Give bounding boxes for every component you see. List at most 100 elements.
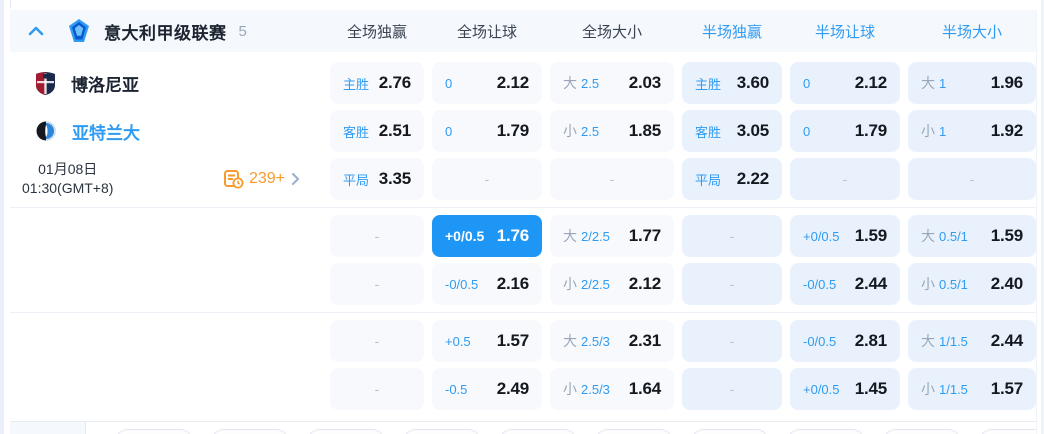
empty-odds-dash: - [842,171,848,187]
odds-cell[interactable]: 0 2.12 [790,62,900,104]
outcome-label: 客胜 [343,124,370,140]
odds-label: 主胜 [695,74,721,93]
ou-direction-label: 小 [921,276,935,292]
filter-pill[interactable] [211,429,289,434]
odds-cell[interactable]: 大 2.5/3 2.31 [550,320,674,362]
handicap-line-value: 0 [803,123,811,139]
odds-value: 1.77 [628,226,661,245]
filter-pill[interactable] [115,429,193,434]
odds-cell[interactable]: 小 1/1.5 1.57 [908,368,1036,410]
odds-grid: 博洛尼亚 主胜 2.76 0 2.12 大 2.5 2.03 主胜 3.60 0 2.12 大 1 1.96… [10,52,1036,410]
odds-cell-selected[interactable]: +0/0.5 1.76 [432,215,542,257]
odds-label: 主胜 [343,74,369,93]
odds-row: - +0/0.5 1.76 大 2/2.5 1.77- +0/0.5 1.59 大 0.5/1 1.… [10,215,1036,257]
odds-cell[interactable]: -0/0.5 2.44 [790,263,900,305]
odds-cell[interactable]: 0 1.79 [790,110,900,152]
filter-pill[interactable] [499,429,577,434]
odds-cell[interactable]: +0/0.5 1.59 [790,215,900,257]
team-away[interactable]: 亚特兰大 [10,119,140,144]
filter-pill[interactable] [307,429,385,434]
odds-label: 0 [445,76,452,91]
odds-cell[interactable]: 小 0.5/1 2.40 [908,263,1036,305]
odds-label: -0/0.5 [445,277,478,292]
odds-cell-empty: - [682,215,782,257]
odds-value: 2.40 [990,274,1023,293]
ou-line-value: 2/2.5 [581,276,610,292]
serie-a-logo [68,19,90,43]
odds-label: 0 [803,76,810,91]
odds-cell[interactable]: 客胜 3.05 [682,110,782,152]
odds-row: 01月08日 01:30(GMT+8) 239+ 平局 3.35 - - 平局 2.22 - - [10,158,1036,200]
column-header-5: 半场大小 [941,23,1002,41]
odds-cell[interactable]: 平局 2.22 [682,158,782,200]
odds-cell[interactable]: 大 1/1.5 2.44 [908,320,1036,362]
filter-pill[interactable] [787,429,865,434]
outcome-label: 平局 [343,172,370,188]
odds-cell[interactable]: 0 2.12 [432,62,542,104]
odds-cell[interactable]: 大 0.5/1 1.59 [908,215,1036,257]
odds-value: 1.57 [496,331,529,350]
odds-cell[interactable]: 小 2.5 1.85 [550,110,674,152]
odds-cell[interactable]: 主胜 3.60 [682,62,782,104]
odds-row: 博洛尼亚 主胜 2.76 0 2.12 大 2.5 2.03 主胜 3.60 0 2.12 大 1 1.96 [10,62,1036,104]
odds-cell[interactable]: 小 2/2.5 2.12 [550,263,674,305]
odds-cell[interactable]: -0/0.5 2.16 [432,263,542,305]
league-header[interactable]: 意大利甲级联赛 5 [10,10,322,52]
odds-value: 2.03 [628,73,661,92]
filter-pill[interactable] [691,429,769,434]
atalanta-crest-icon [36,121,56,141]
handicap-line-value: -0/0.5 [445,276,479,292]
odds-cell[interactable]: 大 1 1.96 [908,62,1036,104]
ou-line-value: 2.5 [581,75,600,91]
odds-cell[interactable]: +0.5 1.57 [432,320,542,362]
match-left-cell [10,368,322,410]
odds-value: 3.60 [736,73,769,92]
ou-direction-label: 小 [563,381,577,397]
odds-label: 小 1/1.5 [921,379,968,399]
odds-cell[interactable]: 小 1 1.92 [908,110,1036,152]
match-left-cell: 01月08日 01:30(GMT+8) 239+ [10,158,322,200]
ou-line-value: 0.5/1 [939,228,968,244]
odds-value: 2.12 [854,73,887,92]
team-home[interactable]: 博洛尼亚 [10,71,139,96]
odds-value: 1.59 [854,226,887,245]
filter-pill[interactable] [595,429,673,434]
markets-count-icon [223,169,244,189]
chevron-up-icon[interactable] [28,26,44,36]
ou-line-value: 1/1.5 [939,333,968,349]
more-markets-link[interactable]: 239+ [223,169,300,189]
ou-direction-label: 大 [563,228,577,244]
empty-odds-dash: - [374,276,380,292]
odds-cell[interactable]: +0/0.5 1.45 [790,368,900,410]
odds-value: 1.45 [854,379,887,398]
odds-cell-empty: - [330,368,424,410]
odds-cell[interactable]: 大 2/2.5 1.77 [550,215,674,257]
odds-cell[interactable]: 平局 3.35 [330,158,424,200]
odds-row: 亚特兰大 客胜 2.51 0 1.79 小 2.5 1.85 客胜 3.05 0 1.79 小 1 1.92 [10,110,1036,152]
odds-cell[interactable]: 主胜 2.76 [330,62,424,104]
ou-direction-label: 小 [563,123,577,139]
filter-pill[interactable] [403,429,481,434]
odds-cell[interactable]: 0 1.79 [432,110,542,152]
odds-cell[interactable]: 小 2.5/3 1.64 [550,368,674,410]
odds-value: 2.12 [628,274,661,293]
odds-cell[interactable]: 客胜 2.51 [330,110,424,152]
odds-label: +0.5 [445,334,471,349]
team-name: 博洛尼亚 [71,75,139,95]
bologna-crest-icon [36,71,55,95]
odds-cell-empty: - [330,215,424,257]
ou-direction-label: 大 [563,333,577,349]
column-header-2: 全场大小 [581,23,642,41]
next-section [10,421,1036,434]
filter-pill[interactable] [883,429,961,434]
filter-pill[interactable] [979,429,1036,434]
ou-line-value: 2.5/3 [581,381,610,397]
league-match-count: 5 [238,22,247,40]
next-section-label-column [10,422,86,434]
odds-label: 小 0.5/1 [921,274,968,294]
odds-value: 1.85 [628,121,661,140]
odds-cell[interactable]: 大 2.5 2.03 [550,62,674,104]
odds-cell[interactable]: -0.5 2.49 [432,368,542,410]
odds-cell[interactable]: -0/0.5 2.81 [790,320,900,362]
match-left-cell: 博洛尼亚 [10,62,322,104]
